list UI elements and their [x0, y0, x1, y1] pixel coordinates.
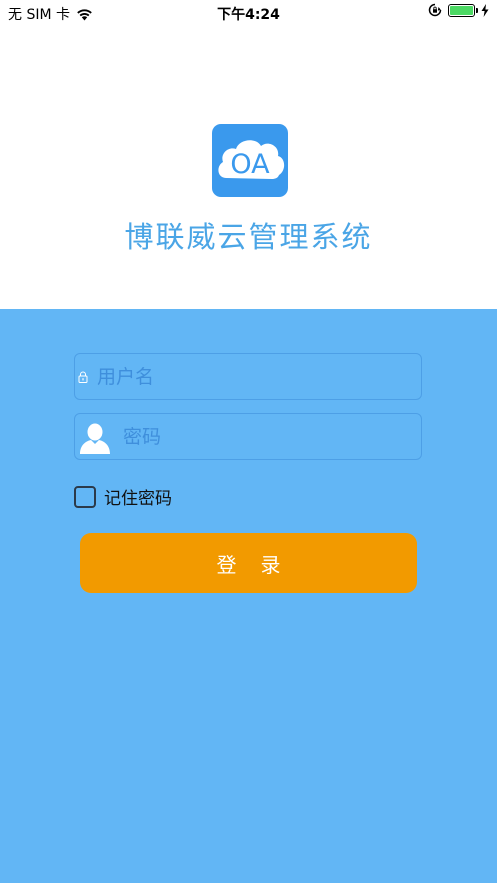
- remember-label: 记住密码: [104, 489, 172, 509]
- battery-cap: [476, 7, 478, 13]
- app-title: 博联威云管理系统: [124, 220, 373, 254]
- logo-text: OA: [230, 149, 270, 180]
- person-icon: [80, 423, 110, 454]
- login-screen: 无 SIM 卡 下午4:24 OA 博联威云管理系统 用户名 记住密码 登录: [0, 0, 497, 883]
- app-logo: OA: [212, 124, 288, 197]
- password-field: [74, 413, 422, 460]
- rotation-lock-icon: [428, 3, 442, 17]
- remember-password: 记住密码: [74, 484, 172, 509]
- status-bar: 无 SIM 卡 下午4:24: [0, 0, 497, 26]
- username-input[interactable]: [95, 354, 419, 399]
- status-time: 下午4:24: [217, 7, 280, 23]
- status-right: [428, 3, 489, 17]
- password-input[interactable]: [121, 414, 421, 459]
- login-form: 记住密码 登录: [0, 309, 497, 883]
- battery-icon: [448, 3, 478, 17]
- remember-checkbox[interactable]: [74, 485, 96, 508]
- battery-fill: [450, 5, 473, 15]
- cloud-logo-icon: OA: [218, 140, 285, 180]
- charging-icon: [481, 3, 489, 17]
- username-field: [74, 353, 422, 400]
- lock-icon: [78, 371, 88, 383]
- login-button[interactable]: 登录: [80, 533, 417, 593]
